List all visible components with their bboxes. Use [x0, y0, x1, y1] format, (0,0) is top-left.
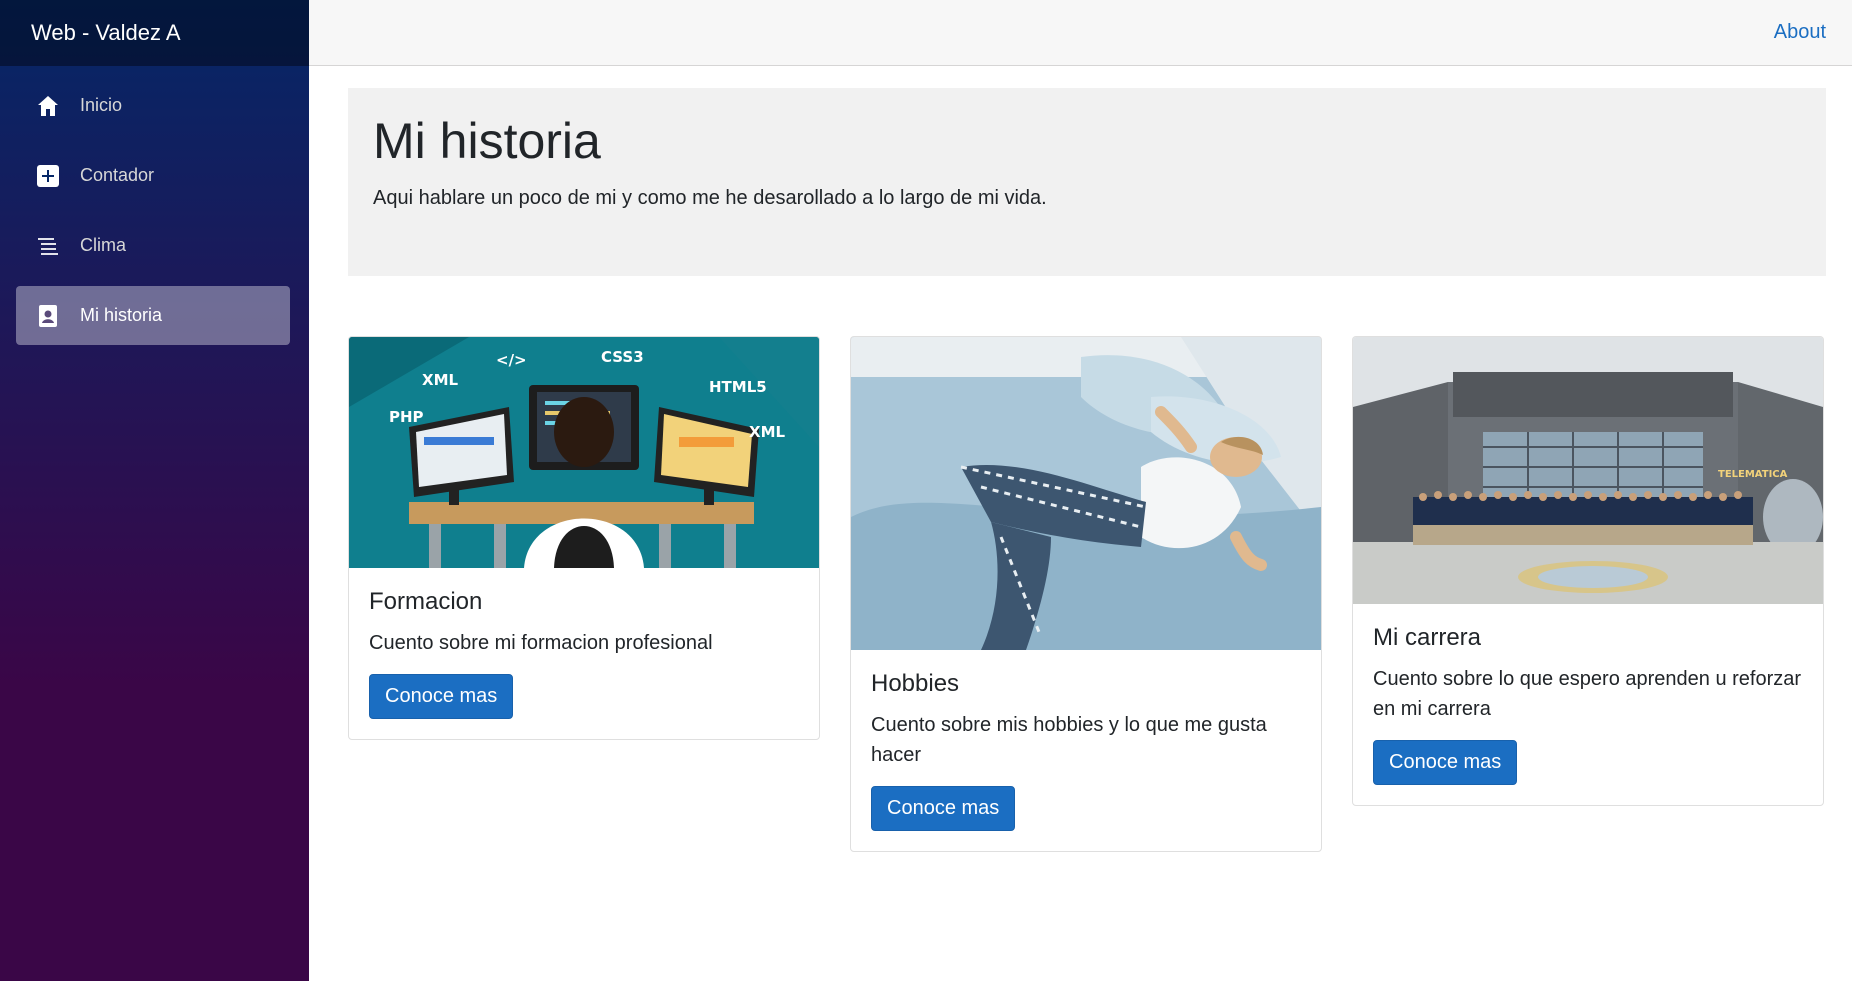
image-label-xml-1: XML: [422, 371, 458, 389]
app-root: Web - Valdez A Inicio Contador Clima Mi …: [0, 0, 1852, 981]
top-row: About: [309, 0, 1852, 66]
page-intro: Aqui hablare un poco de mi y como me he …: [373, 187, 1047, 209]
list-icon: [36, 234, 60, 258]
sidebar-item-label: Mi historia: [80, 305, 163, 325]
developer-illustration-image: XML </> CSS3 HTML5 PHP XML: [349, 337, 819, 568]
brand-bar: Web - Valdez A: [0, 0, 309, 66]
image-label-code: </>: [496, 351, 527, 369]
sidebar-item-inicio[interactable]: Inicio: [16, 76, 290, 135]
card-title: Mi carrera: [1373, 624, 1482, 651]
home-icon: [36, 94, 60, 118]
content: Mi historia Aqui hablare un poco de mi y…: [309, 66, 1852, 852]
person-badge-icon: [36, 304, 60, 328]
conoce-mas-button[interactable]: Conoce mas: [1373, 740, 1518, 785]
sidebar-item-contador[interactable]: Contador: [16, 146, 290, 205]
image-label-xml-2: XML: [749, 423, 785, 441]
sidebar-item-clima[interactable]: Clima: [16, 216, 290, 275]
sidebar: Web - Valdez A Inicio Contador Clima Mi …: [0, 0, 309, 981]
sidebar-item-label: Clima: [80, 235, 127, 255]
card-text: Cuento sobre mis hobbies y lo que me gus…: [871, 714, 1267, 766]
sidebar-item-label: Contador: [80, 165, 155, 185]
sidebar-item-label: Inicio: [80, 95, 123, 115]
conoce-mas-button[interactable]: Conoce mas: [871, 786, 1016, 831]
card-body: Formacion Cuento sobre mi formacion prof…: [349, 568, 819, 739]
about-link[interactable]: About: [1774, 21, 1826, 44]
card-formacion: XML </> CSS3 HTML5 PHP XML Formacion Cue…: [348, 336, 820, 740]
image-label-css3: CSS3: [601, 348, 644, 366]
card-text: Cuento sobre lo que espero aprenden u re…: [1373, 668, 1802, 720]
image-label-telematica: TELEMATICA: [1718, 469, 1788, 480]
sleeping-person-image: [851, 337, 1321, 650]
university-group-photo-image: TELEMATICA: [1353, 337, 1823, 604]
card-body: Hobbies Cuento sobre mis hobbies y lo qu…: [851, 650, 1321, 851]
card-mi-carrera: TELEMATICA Mi carrera Cuento sobre lo qu…: [1352, 336, 1824, 806]
plus-icon: [36, 164, 60, 188]
card-title: Formacion: [369, 588, 483, 615]
page-title: Mi historia: [373, 113, 601, 169]
card-hobbies: Hobbies Cuento sobre mis hobbies y lo qu…: [850, 336, 1322, 852]
main-area: About Mi historia Aqui hablare un poco d…: [309, 0, 1852, 981]
card-body: Mi carrera Cuento sobre lo que espero ap…: [1353, 604, 1823, 805]
card-deck: XML </> CSS3 HTML5 PHP XML Formacion Cue…: [348, 336, 1826, 852]
brand-link[interactable]: Web - Valdez A: [31, 20, 181, 46]
conoce-mas-button[interactable]: Conoce mas: [369, 674, 514, 719]
image-label-php: PHP: [389, 408, 424, 426]
card-title: Hobbies: [871, 670, 960, 697]
sidebar-nav: Inicio Contador Clima Mi historia: [0, 66, 309, 345]
jumbotron: Mi historia Aqui hablare un poco de mi y…: [348, 88, 1826, 276]
sidebar-item-mi-historia[interactable]: Mi historia: [16, 286, 290, 345]
image-label-html5: HTML5: [709, 378, 767, 396]
card-text: Cuento sobre mi formacion profesional: [369, 632, 713, 654]
